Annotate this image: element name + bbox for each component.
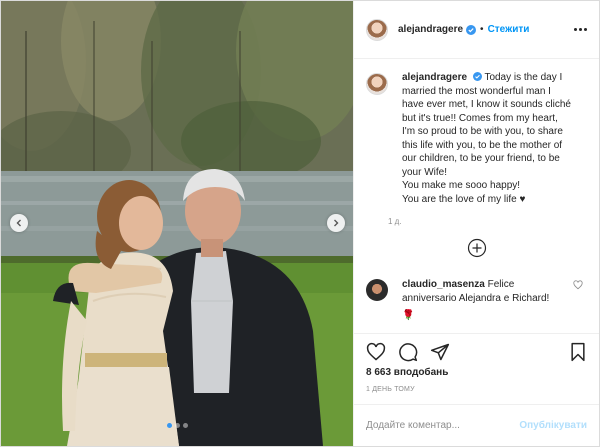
chevron-right-icon [334, 219, 339, 227]
carousel-dot [174, 423, 180, 428]
post-date[interactable]: 1 ДЕНЬ ТОМУ [366, 386, 415, 393]
comment-input[interactable] [366, 420, 520, 431]
likes-count[interactable]: 8 663 вподобань [366, 367, 448, 378]
author-avatar[interactable] [366, 18, 388, 41]
post-photo[interactable] [1, 1, 353, 446]
post-caption: alejandragere Today is the day I married… [366, 71, 587, 226]
carousel-dot [182, 423, 188, 428]
post-actions [354, 333, 599, 369]
next-photo-button[interactable] [327, 214, 345, 232]
add-comment-bar: Опублікувати [354, 404, 599, 446]
bookmark-icon[interactable] [569, 342, 587, 362]
more-options-icon[interactable] [574, 28, 587, 31]
comment-text-first: Felice [487, 279, 515, 290]
wedding-photo-illustration [1, 1, 353, 446]
caption-author-avatar[interactable] [366, 73, 388, 95]
commenter-avatar[interactable] [366, 279, 388, 301]
caption-line: You make me sooo happy! [402, 180, 521, 191]
load-more-comments-button[interactable] [366, 238, 587, 258]
comment-icon[interactable] [398, 342, 418, 362]
heart-icon[interactable] [366, 342, 386, 362]
caption-line: Today is the day I [484, 72, 563, 83]
verified-badge-icon [466, 24, 477, 35]
author-username[interactable]: alejandragere [398, 24, 463, 35]
caption-line: our children, to be your friend, to be [402, 153, 560, 164]
verified-badge-icon [472, 72, 482, 81]
caption-line: I'm so proud to be with you, to share [402, 126, 563, 137]
previous-photo-button[interactable] [10, 214, 28, 232]
chevron-left-icon [16, 219, 21, 227]
post-header: alejandragere • Стежити [354, 1, 599, 59]
comment-item: claudio_masenza Felice anniversario Alej… [366, 278, 587, 323]
carousel-dot [166, 423, 172, 428]
comment-text: claudio_masenza Felice anniversario Alej… [402, 278, 572, 323]
caption-time[interactable]: 1 д. [388, 217, 582, 226]
comments-section: alejandragere Today is the day I married… [354, 59, 599, 327]
caption-line: have ever met, I know it sounds cliché [402, 99, 571, 110]
post-sidebar: alejandragere • Стежити alejandragere To… [353, 1, 599, 446]
comment-like-icon[interactable] [573, 280, 583, 290]
caption-line: this life with you, to be the mother of [402, 139, 563, 151]
plus-circle-icon [467, 238, 486, 258]
header-separator: • [480, 24, 484, 35]
caption-line: married the most wonderful man I [402, 85, 551, 97]
caption-text: alejandragere Today is the day I married… [402, 71, 582, 206]
rose-emoji: 🌹 [402, 310, 415, 321]
follow-button[interactable]: Стежити [488, 24, 530, 35]
caption-line: your Wife! [402, 166, 448, 178]
caption-username[interactable]: alejandragere [402, 72, 467, 83]
caption-line: You are the love of my life ♥ [402, 193, 526, 205]
publish-button[interactable]: Опублікувати [519, 420, 587, 431]
carousel-indicator [1, 423, 353, 428]
commenter-username[interactable]: claudio_masenza [402, 279, 485, 290]
instagram-post: alejandragere • Стежити alejandragere To… [0, 0, 600, 447]
paper-plane-icon[interactable] [430, 342, 450, 362]
comment-text-rest: anniversario Alejandra e Richard! [402, 292, 550, 304]
caption-line: but it's true!! Comes from my heart, [402, 112, 558, 124]
